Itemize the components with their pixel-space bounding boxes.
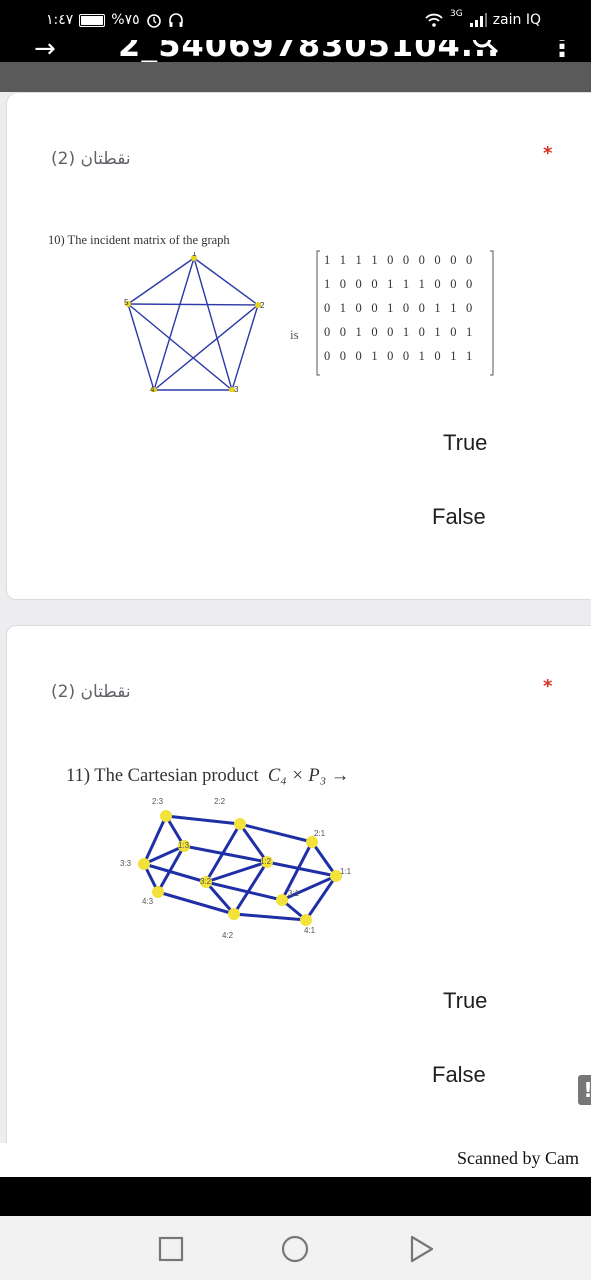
square-icon[interactable] bbox=[156, 1234, 186, 1264]
wifi-icon bbox=[425, 13, 443, 27]
status-left: ١:٤٧ %٧٥ bbox=[46, 12, 184, 28]
question-11-caption: 11) The Cartesian product C₄ × P₃ → bbox=[66, 766, 349, 787]
scanner-watermark-strip: Scanned by Cam bbox=[0, 1143, 591, 1177]
node-label: 4:3 bbox=[142, 897, 154, 906]
node-label: 2:1 bbox=[314, 829, 326, 838]
incidence-matrix: 1 1 1 1 0 0 0 0 0 0 1 0 0 0 1 1 1 0 0 0 … bbox=[316, 249, 494, 376]
more-vert-icon[interactable]: ⋮ bbox=[548, 40, 576, 62]
scroll-header-band bbox=[0, 62, 591, 92]
matrix-row: 1 0 0 0 1 1 1 0 0 0 bbox=[324, 277, 476, 291]
is-connector: is bbox=[290, 327, 299, 342]
vertex-label: 5 bbox=[124, 298, 129, 307]
vertex-label: 1 bbox=[192, 252, 197, 258]
question-11-image: 11) The Cartesian product C₄ × P₃ → 2:3 … bbox=[60, 766, 400, 966]
vertex-label: 3 bbox=[234, 385, 239, 392]
option-false-q10[interactable]: False bbox=[432, 504, 486, 530]
app-bar: → 2_5406978305104... ⋮ bbox=[0, 40, 591, 62]
required-asterisk: * bbox=[543, 676, 553, 697]
option-true-q10[interactable]: True bbox=[443, 430, 487, 456]
caption-prefix: 11) The Cartesian product bbox=[66, 766, 259, 786]
status-right: 3G zain IQ bbox=[424, 9, 541, 28]
signal-icon bbox=[469, 13, 487, 27]
system-navigation-bar bbox=[0, 1216, 591, 1280]
scanner-watermark: Scanned by Cam bbox=[457, 1148, 579, 1168]
node-label: 4:2 bbox=[222, 931, 234, 940]
matrix-row: 1 1 1 1 0 0 0 0 0 0 bbox=[324, 253, 476, 267]
node-label: 2:2 bbox=[214, 797, 226, 806]
back-arrow-icon[interactable]: → bbox=[34, 40, 56, 62]
triangle-icon[interactable] bbox=[406, 1234, 436, 1264]
node-label: 3:2 bbox=[200, 877, 212, 886]
node-label: 1:2 bbox=[260, 857, 272, 866]
document-title: 2_5406978305104... bbox=[118, 40, 501, 62]
option-true-q11[interactable]: True bbox=[443, 988, 487, 1014]
node-label: 3:3 bbox=[120, 859, 132, 868]
node-label: 1:1 bbox=[340, 867, 352, 876]
node-label: 4:1 bbox=[304, 926, 316, 935]
headset-icon bbox=[168, 13, 183, 27]
node-label: 2:3 bbox=[152, 797, 164, 806]
alarm-icon bbox=[146, 14, 161, 28]
vertex-label: 2 bbox=[260, 301, 265, 310]
battery-percent: %٧٥ bbox=[111, 12, 140, 28]
cartesian-product-graph: 2:3 2:2 2:1 1:3 1:2 1:1 3:3 3:2 3:1 4:3 … bbox=[120, 797, 352, 940]
matrix-row: 0 0 0 1 0 0 1 0 1 1 bbox=[324, 349, 476, 363]
circle-icon[interactable] bbox=[280, 1234, 310, 1264]
question-10-caption: 10) The incident matrix of the graph bbox=[48, 233, 230, 247]
points-label: نقطتان (2) bbox=[51, 682, 131, 702]
black-band bbox=[0, 1177, 591, 1216]
points-label: نقطتان (2) bbox=[51, 149, 131, 169]
option-false-q11[interactable]: False bbox=[432, 1062, 486, 1088]
network-type: 3G bbox=[450, 9, 463, 19]
required-asterisk: * bbox=[543, 143, 553, 164]
status-bar: ١:٤٧ %٧٥ 3G zain IQ bbox=[0, 0, 591, 40]
node-label: 1:3 bbox=[178, 841, 190, 850]
matrix-row: 0 0 1 0 0 1 0 1 0 1 bbox=[324, 325, 476, 339]
clock: ١:٤٧ bbox=[46, 12, 74, 28]
search-icon[interactable] bbox=[470, 40, 500, 58]
carrier-name: zain IQ bbox=[492, 12, 541, 28]
form-content[interactable]: نقطتان (2) * 10) The incident matrix of … bbox=[0, 62, 591, 1143]
caption-math: C₄ × P₃ → bbox=[267, 766, 350, 786]
vertex-label: 4 bbox=[150, 385, 155, 392]
node-label: 3:1 bbox=[288, 889, 300, 898]
matrix-row: 0 1 0 0 1 0 0 1 1 0 bbox=[324, 301, 476, 315]
question-10-image: 10) The incident matrix of the graph 1 2 bbox=[48, 230, 508, 392]
battery-icon bbox=[79, 13, 106, 27]
pentagon-graph: 1 2 3 4 5 bbox=[124, 252, 265, 392]
floating-action-button[interactable]: ! bbox=[578, 1075, 591, 1105]
